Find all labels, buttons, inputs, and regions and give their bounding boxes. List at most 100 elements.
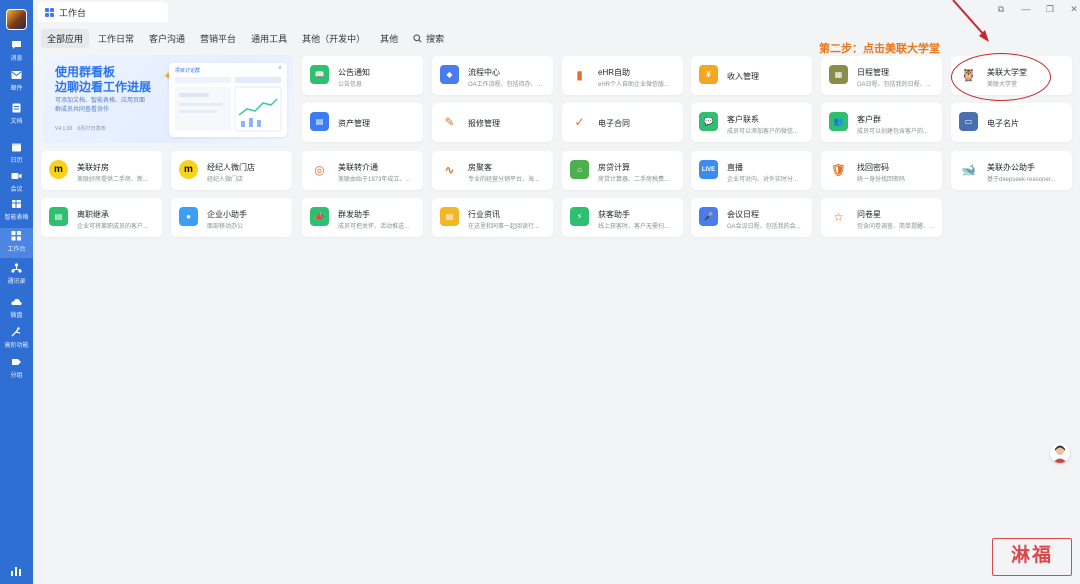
search-icon (413, 33, 422, 43)
app-name: 收入管理 (727, 72, 759, 81)
app-icon: ◆ (440, 65, 459, 84)
rail-item-label: 分组 (10, 373, 23, 379)
watermark-seal: 淋福 (992, 538, 1072, 576)
banner-subtitle: 可添加文档、智能表格、应用页面 群成员共同查看协作 (55, 98, 146, 113)
rail-item-workbench[interactable]: 工作台 (0, 228, 33, 258)
rail-item-calendar[interactable]: 日历 (0, 139, 33, 169)
app-card[interactable]: ▮ eHR自助 eHR个人自助企业微信版... (562, 56, 683, 95)
rail-item-mail[interactable]: 邮件 (0, 67, 33, 97)
app-card[interactable]: 👥 客户群 成员可以创建包含客户的... (821, 103, 942, 142)
app-name: 电子合同 (598, 119, 630, 128)
tab-general-tools[interactable]: 通用工具 (245, 29, 293, 48)
rail-item-group[interactable]: 分组 (0, 354, 33, 384)
app-card[interactable]: ✓ 电子合同 (562, 103, 683, 142)
rail-item-label: 通讯录 (7, 279, 26, 285)
workbench-icon (11, 231, 22, 241)
group-icon (11, 357, 22, 367)
app-name: 公告通知 (338, 68, 370, 77)
rail-item-advanced[interactable]: 高阶功能 (0, 324, 33, 354)
app-card[interactable]: 🐋 美联办公助手 基于deepseek-reasoner... (951, 151, 1072, 190)
app-name: 美联好房 (77, 163, 109, 172)
app-card[interactable]: ◆ 流程中心 OA工作流程、包括待办、抄送... (432, 56, 553, 95)
app-name: 客户群 (857, 115, 881, 124)
app-card[interactable]: ⚡ 获客助手 线上获客时、客户无需扫... (562, 198, 683, 237)
app-icon: m (49, 160, 68, 179)
app-icon: ☆ (829, 207, 848, 226)
app-icon: 👥 (829, 112, 848, 131)
window-maximize-icon[interactable]: ❐ (1045, 4, 1055, 14)
app-card[interactable]: ● 企业小助手 面部移动办公 (171, 198, 292, 237)
app-card[interactable]: ▤ 离职继承 企业可将离职成员的客户... (41, 198, 162, 237)
tab-marketing-platform[interactable]: 营销平台 (194, 29, 242, 48)
floating-assistant-avatar[interactable] (1050, 443, 1070, 463)
window-close-icon[interactable]: ✕ (1069, 4, 1079, 14)
rail-item-sheet[interactable]: 智能表格 (0, 196, 33, 226)
tab-all-apps[interactable]: 全部应用 (41, 28, 90, 48)
app-description: 成员可以添加客户的微信... (727, 129, 799, 135)
app-icon: ⚡ (570, 207, 589, 226)
app-name: 日程管理 (857, 68, 889, 77)
app-card[interactable]: ✎ 报修管理 (432, 103, 553, 142)
tab-customer-communication[interactable]: 客户沟通 (143, 29, 191, 48)
bottom-bar-chart-icon[interactable] (10, 565, 22, 577)
rail-item-label: 会议 (10, 187, 23, 193)
contacts-icon (11, 263, 22, 273)
app-card[interactable]: ◎ 美联转介通 美联由始于1973年成立、... (302, 151, 423, 190)
app-card[interactable]: 🎤 会议日程 OA会议日程、包括我的会... (691, 198, 812, 237)
app-card[interactable]: ⌂ 房贷计算 房贷计算器、二手房税费... (562, 151, 683, 190)
banner-title: 使用群看板 边聊边看工作进展 (55, 65, 152, 94)
window-popout-icon[interactable]: ⧉ (996, 4, 1006, 14)
rail-item-label: 工作台 (7, 247, 26, 253)
app-card[interactable]: 🦉 美联大学堂 美联大学堂 (951, 56, 1072, 95)
app-icon: ▤ (49, 207, 68, 226)
app-card[interactable]: 📣 群发助手 成员可把关怀、活动推送... (302, 198, 423, 237)
banner-preview-panel: 项目讨论群 × (169, 63, 287, 137)
drive-icon (11, 297, 22, 307)
user-avatar[interactable] (6, 9, 27, 30)
app-card[interactable]: ▤ 行业资讯 在这里和同事一起阅读行... (432, 198, 553, 237)
rail-item-drive[interactable]: 微盘 (0, 294, 33, 324)
search-label: 搜索 (426, 33, 445, 44)
app-card[interactable]: m 美联好房 美联好房提供二手房、新... (41, 151, 162, 190)
app-icon: 💬 (699, 112, 718, 131)
app-name: eHR自助 (598, 68, 631, 77)
window-minimize-icon[interactable]: — (1021, 4, 1031, 14)
rail-item-contacts[interactable]: 通讯录 (0, 260, 33, 290)
app-icon: ✓ (570, 112, 589, 131)
app-name: 客户联系 (727, 115, 759, 124)
app-card[interactable]: ▭ 电子名片 (951, 103, 1072, 142)
app-name: 美联大学堂 (987, 68, 1027, 77)
app-card[interactable]: 📖 公告通知 公告信息 (302, 56, 423, 95)
app-description: eHR个人自助企业微信版... (598, 82, 670, 88)
rail-item-meeting[interactable]: 会议 (0, 168, 33, 198)
app-card[interactable]: LIVE 直播 企业可对内、对外实时分... (691, 151, 812, 190)
app-icon: ◎ (310, 160, 329, 179)
app-icon: ▤ (310, 112, 329, 131)
rail-item-doc[interactable]: 文档 (0, 100, 33, 130)
rail-item-label: 邮件 (10, 86, 23, 92)
app-card[interactable]: 🛡 找回密码 统一身份找回密码 (821, 151, 942, 190)
app-card[interactable]: ☆ 问卷星 包含问卷调查、简单提醒、考... (821, 198, 942, 237)
app-description: OA日程、包括我的日程、... (857, 82, 931, 88)
search-button[interactable]: 搜索 (413, 32, 444, 45)
app-name: 报修管理 (468, 119, 500, 128)
tab-daily-work[interactable]: 工作日常 (92, 29, 140, 48)
app-card[interactable]: m 经纪人微门店 经纪人微门店 (171, 151, 292, 190)
rail-item-chat[interactable]: 消息 (0, 37, 33, 67)
app-description: 在这里和同事一起阅读行... (468, 224, 540, 230)
app-name: 企业小助手 (207, 210, 247, 219)
tab-other-in-development[interactable]: 其他（开发中） (296, 29, 371, 48)
app-name: 房贷计算 (598, 163, 630, 172)
app-card[interactable]: ▤ 资产管理 (302, 103, 423, 142)
app-card[interactable]: ¥ 收入管理 (691, 56, 812, 95)
app-icon: ▤ (440, 207, 459, 226)
app-card[interactable]: ∿ 房聚客 专业的经营分销平台、海... (432, 151, 553, 190)
tab-workbench[interactable]: 工作台 (38, 2, 168, 22)
tab-other[interactable]: 其他 (374, 29, 404, 48)
app-name: 电子名片 (987, 119, 1019, 128)
category-tabs: 全部应用 工作日常 客户沟通 营销平台 通用工具 其他（开发中） 其他 搜索 (41, 28, 444, 48)
app-card[interactable]: 💬 客户联系成员可以添加客户的微信... (691, 103, 812, 142)
app-name: 资产管理 (338, 119, 370, 128)
app-card[interactable]: ▦ 日程管理 OA日程、包括我的日程、... (821, 56, 942, 95)
group-board-banner[interactable]: 使用群看板 边聊边看工作进展 可添加文档、智能表格、应用页面 群成员共同查看协作… (41, 55, 293, 143)
